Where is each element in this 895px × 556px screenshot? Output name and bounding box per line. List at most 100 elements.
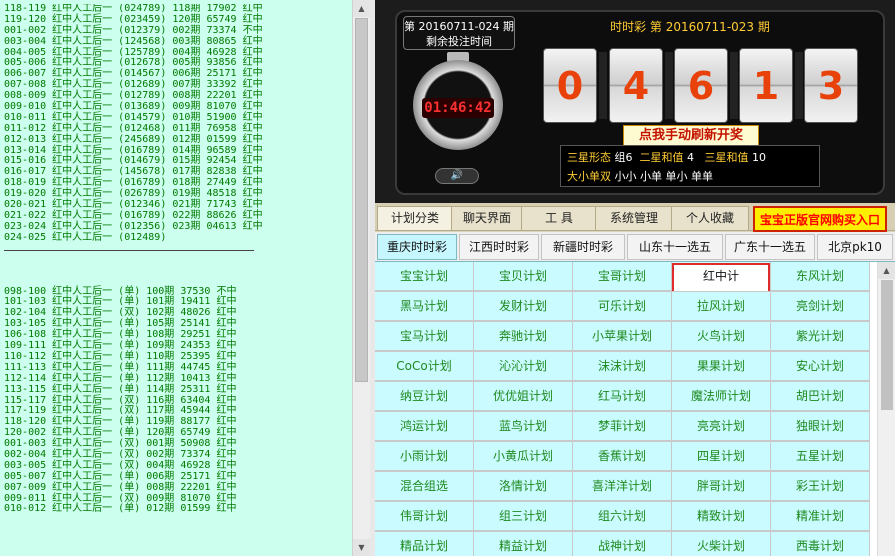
digit-separator-icon (795, 52, 803, 119)
log-line: 113-115 红中人工后一 (单) 114期 25311 红中 (4, 383, 237, 395)
scroll-up-icon[interactable]: ▲ (353, 0, 370, 17)
plan-row: 混合组选 洛情计划 喜洋洋计划 胖哥计划 彩王计划 (375, 471, 877, 502)
plan-cell[interactable]: 四星计划 (671, 441, 771, 471)
plan-row: 小雨计划 小黄瓜计划 香蕉计划 四星计划 五星计划 (375, 441, 877, 472)
plan-cell[interactable]: 东风计划 (770, 262, 870, 291)
erxing-label: 二星和值 (639, 151, 684, 164)
plan-cell[interactable]: 战神计划 (572, 531, 672, 556)
subtab-chongqing[interactable]: 重庆时时彩 (377, 234, 457, 260)
plan-grid-panel: 宝宝计划宝贝计划宝哥计划红中计划东风计划黑马计划发财计划可乐计划拉风计划亮剑计划… (375, 262, 895, 556)
main-tab-bar: 计划分类 聊天界面 工 具 系统管理 个人收藏 宝宝正版官网购买入口 (375, 203, 895, 232)
plan-row: 伟哥计划 组三计划 组六计划 精致计划 精准计划 (375, 501, 877, 532)
tab-plan-category[interactable]: 计划分类 (377, 206, 453, 230)
plan-cell[interactable]: 果果计划 (671, 351, 771, 381)
left-scroll-thumb[interactable] (355, 18, 368, 382)
plan-cell[interactable]: 宝宝计划 (375, 262, 474, 291)
plan-cell[interactable]: 宝马计划 (375, 321, 474, 351)
plan-cell[interactable]: 小黄瓜计划 (473, 441, 573, 471)
plan-cell[interactable]: 精品计划 (375, 531, 474, 556)
subtab-xinjiang[interactable]: 新疆时时彩 (541, 234, 625, 260)
plan-row: 黑马计划 发财计划 可乐计划 拉风计划 亮剑计划 (375, 291, 877, 322)
plan-cell[interactable]: 胖哥计划 (671, 471, 771, 501)
draw-digit: 0 (543, 48, 597, 123)
plan-cell[interactable]: 亮剑计划 (770, 291, 870, 321)
plan-cell[interactable]: 亮亮计划 (671, 411, 771, 441)
log-line: 112-114 红中人工后一 (单) 112期 10413 红中 (4, 372, 237, 384)
plan-row: 鸿运计划 蓝鸟计划 梦菲计划 亮亮计划 独眼计划 (375, 411, 877, 442)
tab-favorites[interactable]: 个人收藏 (671, 206, 749, 230)
plan-cell[interactable]: 拉风计划 (671, 291, 771, 321)
plan-cell[interactable]: 火柴计划 (671, 531, 771, 556)
plan-cell[interactable]: 纳豆计划 (375, 381, 474, 411)
plan-cell[interactable]: 可乐计划 (572, 291, 672, 321)
countdown-timer: 01:46:42 (422, 98, 494, 118)
lottery-display: 第 20160711-024 期 剩余投注时间 01:46:42 🔊 时时彩 第… (375, 0, 895, 203)
plan-cell[interactable]: 小雨计划 (375, 441, 474, 471)
plan-cell[interactable]: 蓝鸟计划 (473, 411, 573, 441)
plan-cell[interactable]: 宝贝计划 (473, 262, 573, 291)
plan-cell[interactable]: 鸿运计划 (375, 411, 474, 441)
log-divider (4, 249, 254, 251)
subtab-shandong[interactable]: 山东十一选五 (627, 234, 723, 260)
plan-cell[interactable]: 彩王计划 (770, 471, 870, 501)
plan-cell[interactable]: 混合组选 (375, 471, 474, 501)
grid-scroll-thumb[interactable] (881, 280, 893, 410)
current-period-title: 时时彩 第 20160711-023 期 (610, 20, 770, 34)
plan-cell[interactable]: 红中计划 (671, 262, 771, 311)
digit-separator-icon (665, 52, 673, 119)
sanxing-label: 三星形态 (567, 151, 611, 164)
grid-scroll-up-icon[interactable]: ▲ (878, 262, 895, 279)
plan-cell[interactable]: 精准计划 (770, 501, 870, 531)
plan-cell[interactable]: 伟哥计划 (375, 501, 474, 531)
log-line: 007-009 红中人工后一 (单) 008期 22201 红中 (4, 481, 237, 493)
scroll-down-icon[interactable]: ▼ (353, 539, 370, 556)
subtab-jiangxi[interactable]: 江西时时彩 (459, 234, 539, 260)
speaker-icon[interactable]: 🔊 (435, 168, 479, 184)
plan-cell[interactable]: 沁沁计划 (473, 351, 573, 381)
plan-cell[interactable]: 精致计划 (671, 501, 771, 531)
plan-cell[interactable]: 紫光计划 (770, 321, 870, 351)
plan-cell[interactable]: 西毒计划 (770, 531, 870, 556)
plan-cell[interactable]: 安心计划 (770, 351, 870, 381)
right-panel: 第 20160711-024 期 剩余投注时间 01:46:42 🔊 时时彩 第… (375, 0, 895, 556)
sanxinghe-value: 10 (752, 151, 766, 164)
plan-cell[interactable]: 沫沫计划 (572, 351, 672, 381)
subtab-guangdong[interactable]: 广东十一选五 (725, 234, 815, 260)
erxing-value: 4 (687, 151, 694, 164)
plan-cell[interactable]: 小苹果计划 (572, 321, 672, 351)
plan-cell[interactable]: 梦菲计划 (572, 411, 672, 441)
plan-cell[interactable]: 宝哥计划 (572, 262, 672, 291)
plan-cell[interactable]: 组六计划 (572, 501, 672, 531)
plan-cell[interactable]: 火鸟计划 (671, 321, 771, 351)
plan-cell[interactable]: CoCo计划 (375, 351, 474, 381)
plan-row: 宝宝计划宝贝计划宝哥计划红中计划东风计划 (375, 262, 877, 311)
plan-cell[interactable]: 五星计划 (770, 441, 870, 471)
plan-cell[interactable]: 黑马计划 (375, 291, 474, 321)
plan-cell[interactable]: 优优姐计划 (473, 381, 573, 411)
tab-tools[interactable]: 工 具 (521, 206, 597, 230)
draw-digit: 3 (804, 48, 858, 123)
tab-chat[interactable]: 聊天界面 (451, 206, 523, 230)
sanxinghe-label: 三星和值 (704, 151, 749, 164)
plan-cell[interactable]: 香蕉计划 (572, 441, 672, 471)
tab-system[interactable]: 系统管理 (595, 206, 673, 230)
plan-cell[interactable]: 喜洋洋计划 (572, 471, 672, 501)
plan-cell[interactable]: 洛情计划 (473, 471, 573, 501)
draw-info-box: 三星形态 组6 二星和值 4 三星和值 10 大小单双 小小 小单 单小 单单 (560, 145, 820, 187)
left-scrollbar[interactable]: ▲ ▼ (352, 0, 370, 556)
plan-cell[interactable]: 红马计划 (572, 381, 672, 411)
plan-cell[interactable]: 胡巴计划 (770, 381, 870, 411)
plan-cell[interactable]: 精益计划 (473, 531, 573, 556)
log-line: 024-025 红中人工后一 (012489) (4, 231, 167, 243)
refresh-draw-button[interactable]: 点我手动刷新开奖 (623, 125, 759, 147)
plan-cell[interactable]: 奔驰计划 (473, 321, 573, 351)
plan-cell[interactable]: 独眼计划 (770, 411, 870, 441)
plan-cell[interactable]: 组三计划 (473, 501, 573, 531)
plan-cell[interactable]: 魔法师计划 (671, 381, 771, 411)
draw-digit: 6 (674, 48, 728, 123)
plan-cell[interactable]: 发财计划 (473, 291, 573, 321)
plan-grid-scrollbar[interactable]: ▲ (877, 262, 895, 556)
log-line: 003-004 红中人工后一 (124568) 003期 80865 红中 (4, 35, 263, 47)
buy-official-button[interactable]: 宝宝正版官网购买入口 (753, 206, 887, 232)
subtab-beijing-pk10[interactable]: 北京pk10 (817, 234, 893, 260)
